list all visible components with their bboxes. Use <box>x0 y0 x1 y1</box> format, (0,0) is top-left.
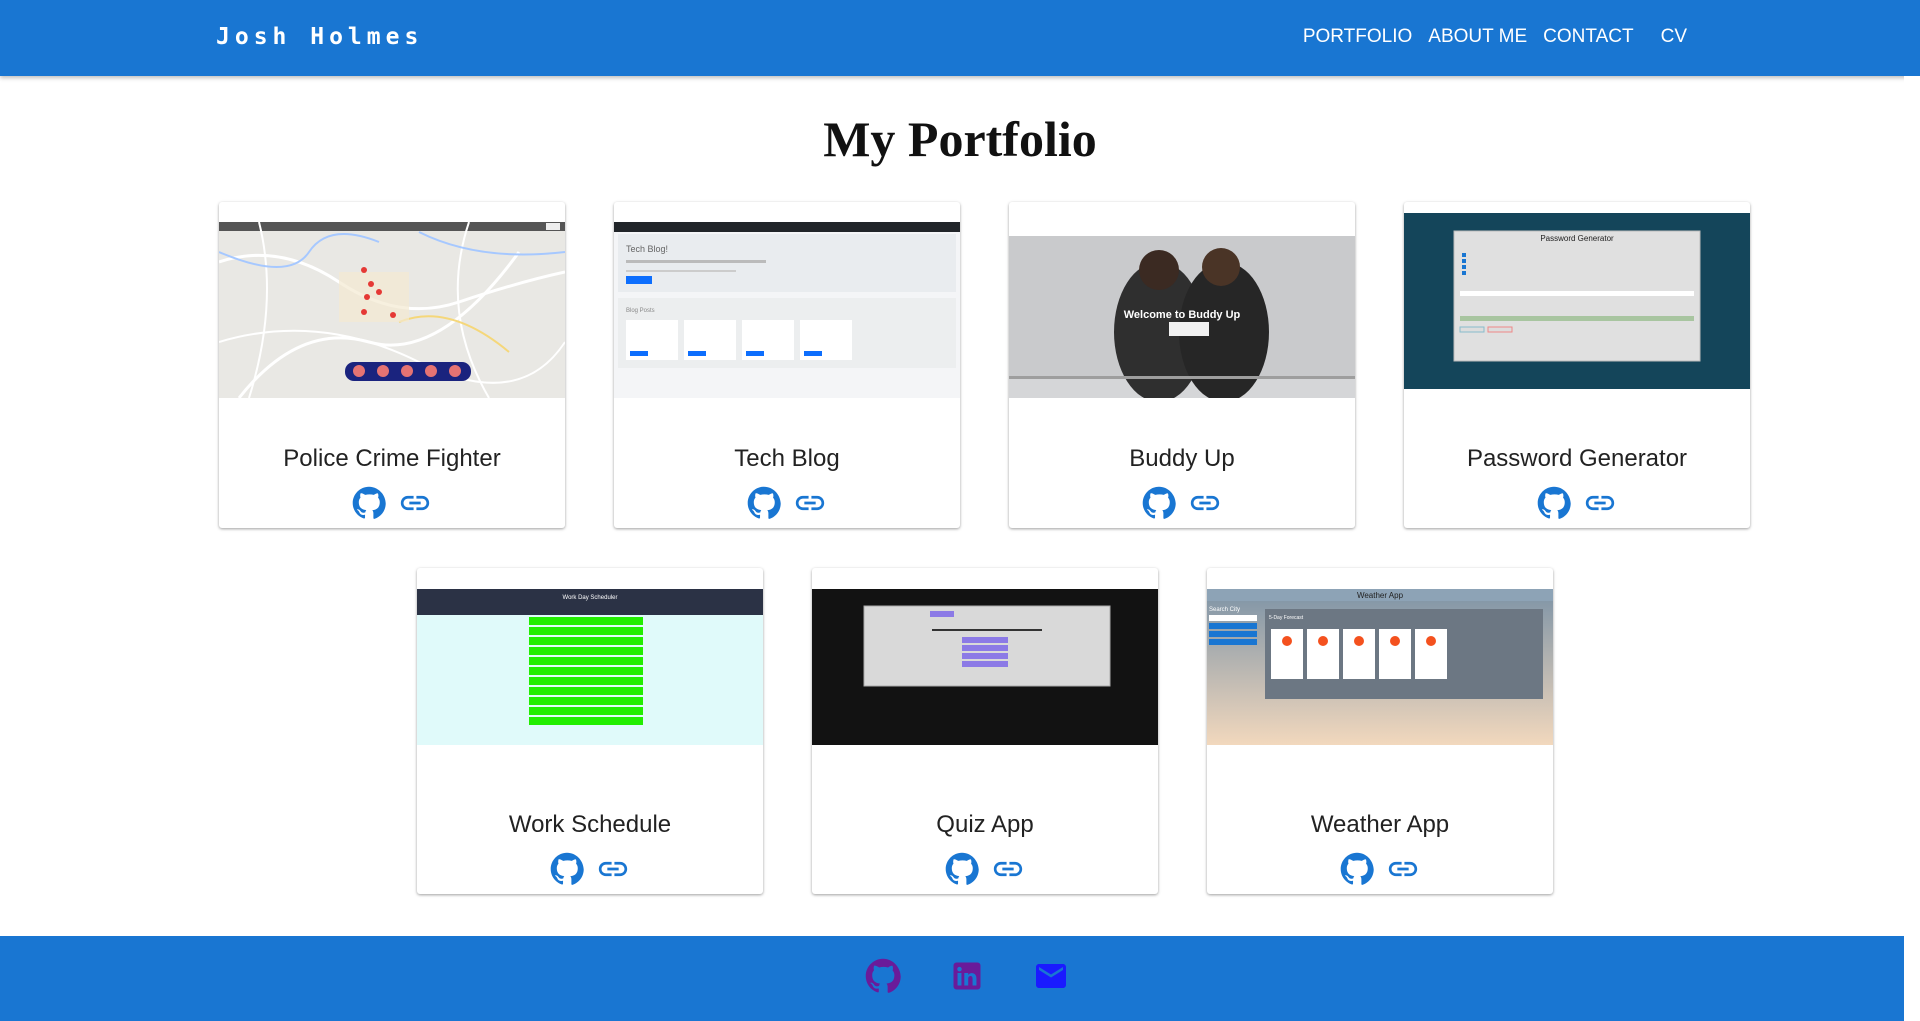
project-thumbnail[interactable]: Password Generator <box>1404 213 1750 389</box>
scroll-gutter <box>1904 76 1920 1021</box>
project-title: Police Crime Fighter <box>283 445 501 472</box>
project-card-buddy-up: Welcome to Buddy Up Buddy Up <box>1009 202 1355 528</box>
project-title: Weather App <box>1310 811 1450 838</box>
github-icon[interactable] <box>1340 852 1374 886</box>
project-links <box>1009 486 1355 520</box>
project-card-work-schedule: Work Day Scheduler Work Schedule <box>417 568 763 894</box>
link-icon[interactable] <box>1583 486 1617 520</box>
project-links <box>1404 486 1750 520</box>
nav-cv-link[interactable]: CV <box>1661 26 1687 48</box>
project-links <box>1207 852 1553 886</box>
project-links <box>219 486 565 520</box>
project-title: Work Schedule <box>508 811 672 838</box>
link-icon[interactable] <box>991 852 1025 886</box>
linkedin-icon[interactable] <box>948 957 986 995</box>
thumb-text: Password Generator <box>1540 234 1614 243</box>
project-card-police-crime-fighter: Police Crime Fighter <box>219 202 565 528</box>
github-icon[interactable] <box>945 852 979 886</box>
nav-contact-link[interactable]: CONTACT <box>1543 26 1633 48</box>
project-card-password-generator: Password Generator Password Generator <box>1404 202 1750 528</box>
thumb-text: Search City <box>1209 607 1240 613</box>
github-icon[interactable] <box>550 852 584 886</box>
footer <box>0 936 1904 1021</box>
thumb-text: 5-Day Forecast <box>1269 615 1304 621</box>
link-icon[interactable] <box>596 852 630 886</box>
project-thumbnail[interactable] <box>812 589 1158 745</box>
github-icon[interactable] <box>747 486 781 520</box>
project-card-tech-blog: Tech Blog! Blog Posts Tech Blog <box>614 202 960 528</box>
link-icon[interactable] <box>398 486 432 520</box>
project-thumbnail[interactable]: Weather App Search City 5-Day Forecast <box>1207 589 1553 745</box>
project-thumbnail[interactable] <box>219 222 565 398</box>
project-title: Quiz App <box>936 811 1034 838</box>
page-title: My Portfolio <box>823 111 1097 167</box>
project-links <box>812 852 1158 886</box>
link-icon[interactable] <box>793 486 827 520</box>
footer-social-links <box>0 957 1904 995</box>
link-icon[interactable] <box>1386 852 1420 886</box>
top-navbar: Josh Holmes PORTFOLIO ABOUT ME CONTACT C… <box>0 0 1920 76</box>
nav-about-link[interactable]: ABOUT ME <box>1428 26 1527 48</box>
github-icon[interactable] <box>864 957 902 995</box>
github-icon[interactable] <box>352 486 386 520</box>
project-card-quiz-app: Quiz App <box>812 568 1158 894</box>
brand-name[interactable]: Josh Holmes <box>216 24 423 50</box>
project-links <box>614 486 960 520</box>
project-card-weather-app: Weather App Search City 5-Day Forecast W… <box>1207 568 1553 894</box>
link-icon[interactable] <box>1188 486 1222 520</box>
github-icon[interactable] <box>1537 486 1571 520</box>
project-title: Buddy Up <box>1129 445 1235 472</box>
project-thumbnail[interactable]: Tech Blog! Blog Posts <box>614 222 960 398</box>
nav-portfolio-link[interactable]: PORTFOLIO <box>1303 26 1412 48</box>
project-title: Tech Blog <box>734 445 840 472</box>
thumb-text: Tech Blog! <box>626 244 668 254</box>
project-thumbnail[interactable]: Work Day Scheduler <box>417 589 763 745</box>
nav-links: PORTFOLIO ABOUT ME CONTACT CV <box>1287 26 1687 48</box>
github-icon[interactable] <box>1142 486 1176 520</box>
thumb-text: Work Day Scheduler <box>563 595 618 601</box>
project-title: Password Generator <box>1466 445 1688 472</box>
thumb-text: Blog Posts <box>626 308 655 314</box>
thumb-text: Weather App <box>1357 591 1404 600</box>
thumb-text: Welcome to Buddy Up <box>1124 309 1241 321</box>
project-links <box>417 852 763 886</box>
email-icon[interactable] <box>1032 957 1070 995</box>
project-thumbnail[interactable]: Welcome to Buddy Up <box>1009 222 1355 398</box>
